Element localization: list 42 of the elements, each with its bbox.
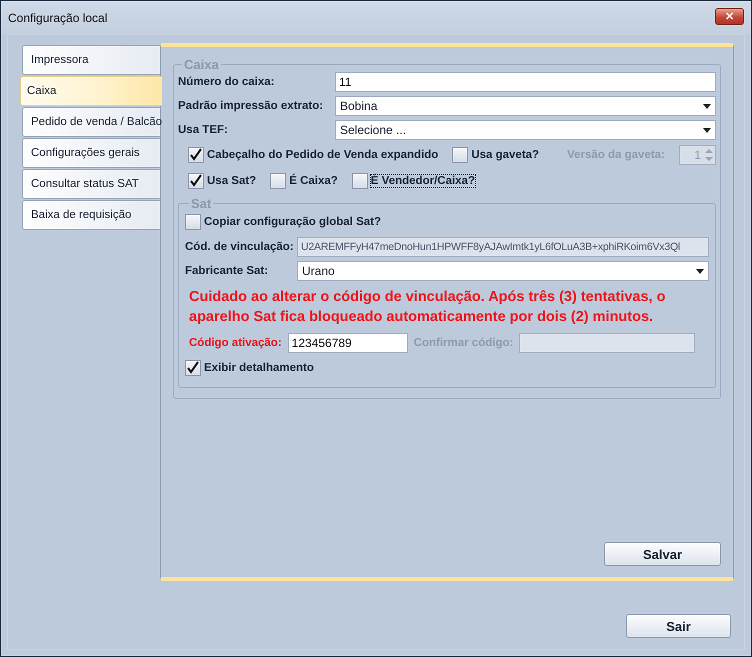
checkbox[interactable] (352, 173, 368, 189)
checkbox[interactable] (188, 173, 204, 189)
text-field[interactable]: 123456789 (288, 333, 408, 353)
text-field[interactable] (519, 333, 696, 353)
tab[interactable]: Caixa (20, 76, 162, 106)
dropdown[interactable]: Selecione ... (335, 120, 716, 140)
caret-icon (696, 268, 704, 274)
save-button[interactable]: Salvar (604, 542, 721, 566)
caret-icon (703, 104, 711, 108)
field-label: Usa TEF: (178, 124, 229, 136)
tab[interactable]: Consultar status SAT (22, 169, 160, 199)
text-field[interactable]: U2AREMFFyH47meDnoHun1HPWFF8yAJAwImtk1yL6fOLuA3B+xphiRKoim6Vx3Ql (297, 237, 709, 257)
dropdown[interactable]: Urano (297, 261, 709, 281)
field-label: Número do caixa: (178, 76, 276, 88)
checkbox-label: É Caixa? (289, 175, 338, 187)
window-title: Configuração local (8, 10, 108, 24)
text-field[interactable]: 11 (335, 72, 716, 92)
tab[interactable]: Configurações gerais (22, 138, 160, 168)
warning-message: Cuidado ao alterar o código de vinculação. Após três (3) tentativas, o aparelho Sat fica bloqueado automaticamente por dois (2) minutos. (189, 288, 666, 327)
field-label: Cód. de vinculação: (185, 241, 295, 253)
checkbox[interactable] (452, 147, 468, 163)
checkbox[interactable] (188, 147, 204, 163)
checkbox[interactable] (185, 360, 201, 376)
dropdown[interactable]: Bobina (335, 96, 716, 116)
checkbox-label: Cabeçalho do Pedido de Venda expandido (207, 149, 438, 161)
close-button[interactable]: ✕ (715, 8, 744, 25)
checkbox-label: Exibir detalhamento (204, 362, 314, 374)
field-label: Fabricante Sat: (185, 265, 270, 277)
field-label: Código ativação: (189, 337, 282, 349)
checkbox-label: Usa gaveta? (471, 149, 540, 161)
exit-button[interactable]: Sair (626, 614, 731, 638)
checkbox-label: Usa Sat? (207, 175, 256, 187)
field-label: Padrão impressão extrato: (178, 100, 324, 112)
tab[interactable]: Baixa de requisição (22, 200, 160, 230)
tab[interactable]: Impressora (22, 45, 160, 75)
spinner-arrows-icon (705, 148, 713, 162)
checkbox[interactable] (185, 214, 201, 230)
tab[interactable]: Pedido de venda / Balcão (22, 107, 160, 137)
caret-icon (703, 128, 711, 132)
checkbox-label: É Vendedor/Caixa? (370, 175, 475, 187)
checkbox[interactable] (270, 173, 286, 189)
checkbox-label: Copiar configuração global Sat? (204, 216, 381, 228)
